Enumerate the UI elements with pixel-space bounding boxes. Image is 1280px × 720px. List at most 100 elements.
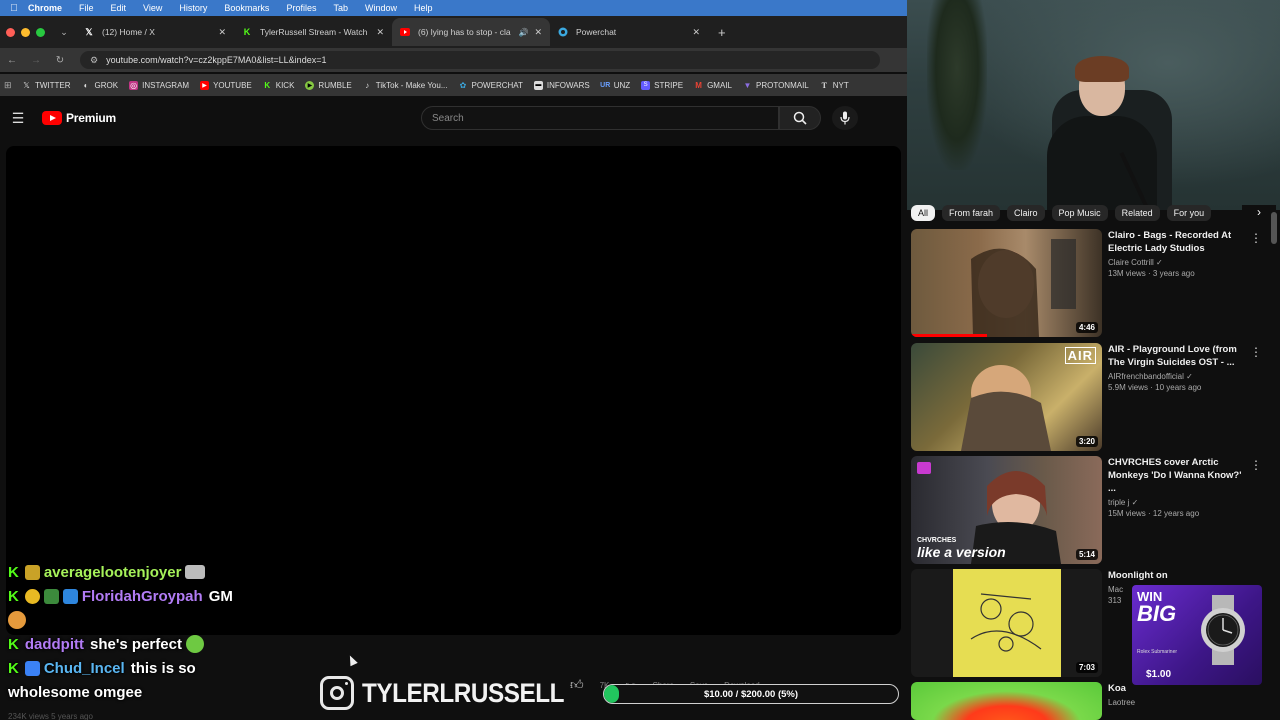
video-title[interactable]: CHVRCHES cover Arctic Monkeys 'Do I Wann… [1108,456,1246,495]
founder-badge-icon [24,588,40,604]
chip-from-farah[interactable]: From farah [942,205,1001,221]
search-button[interactable] [779,106,821,130]
close-tab-icon[interactable]: ✕ [692,27,700,38]
tab-search-chevron-icon[interactable]: ⌄ [52,27,76,38]
related-video[interactable]: AIR 3:20 AIR - Playground Love (from The… [911,343,1276,451]
chip-related[interactable]: Related [1114,205,1160,221]
bookmark-instagram[interactable]: ◎ INSTAGRAM [129,80,189,90]
related-video[interactable]: CHVRCHES like a version 5:14 CHVRCHES co… [911,456,1276,564]
tab-kick[interactable]: K TylerRussell Stream - Watch ✕ [234,18,392,46]
menu-history[interactable]: History [179,3,207,13]
bookmark-stripe[interactable]: S STRIPE [641,80,683,90]
menu-view[interactable]: View [143,3,162,13]
person-hair [1075,56,1129,82]
menu-profiles[interactable]: Profiles [286,3,316,13]
close-window-button[interactable] [6,27,15,37]
video-title[interactable]: AIR - Playground Love (from The Virgin S… [1108,343,1246,369]
tab-x[interactable]: 𝕏 (12) Home / X ✕ [76,18,234,46]
maximize-window-button[interactable] [36,27,45,37]
url-field[interactable]: ⚙ youtube.com/watch?v=cz2kppE7MA0&list=L… [80,51,880,69]
chat-message: K FloridahGroypah GM [8,584,308,608]
tiktok-icon: ♪ [365,80,370,90]
menu-chrome[interactable]: Chrome [28,3,62,13]
bookmark-grok[interactable]: ◐ GROK [82,81,118,90]
site-info-icon[interactable]: ⚙ [90,55,98,66]
bookmark-tiktok[interactable]: ♪ TikTok - Make You... [363,80,447,90]
window-controls [0,27,52,37]
bookmark-infowars[interactable]: ▬ INFOWARS [533,80,590,90]
video-thumbnail[interactable]: CHVRCHES like a version 5:14 [911,456,1102,564]
bookmark-youtube[interactable]: ▶ YOUTUBE [200,80,252,90]
verified-icon: ✓ [1156,258,1163,267]
video-duration: 3:20 [1075,436,1098,447]
search-input[interactable]: Search [421,106,779,130]
menu-edit[interactable]: Edit [111,3,127,13]
video-title[interactable]: Moonlight on the River [1108,569,1168,582]
bookmark-kick[interactable]: K KICK [263,80,294,90]
chip-all[interactable]: All [911,205,936,221]
channel-name[interactable]: AIRfrenchbandofficial ✓ [1108,372,1246,381]
chat-username: daddpitt [24,635,84,653]
tab-powerchat[interactable]: Powerchat ✕ [550,18,708,46]
bookmark-rumble[interactable]: ▶ RUMBLE [305,80,352,90]
tab-title: (12) Home / X [102,27,155,37]
related-video[interactable]: 4:46 Clairo - Bags - Recorded At Electri… [911,229,1276,337]
youtube-play-logo-icon [42,111,62,125]
video-meta: 13M views · 3 years ago [1108,269,1195,278]
close-tab-icon[interactable]: ✕ [376,27,384,38]
video-thumbnail[interactable] [911,682,1102,720]
bookmark-nyt[interactable]: T NYT [820,81,849,90]
youtube-header: ☰ Premium Search [0,100,907,136]
channel-name[interactable]: Claire Cottrill ✓ [1108,258,1246,267]
more-options-icon[interactable]: ⋮ [1250,231,1262,245]
channel-name[interactable]: triple j ✓ [1108,498,1246,507]
video-title[interactable]: Clairo - Bags - Recorded At Electric Lad… [1108,229,1246,255]
apps-grid-icon[interactable]: ⊞ [4,80,22,91]
streamer-handle: TYLERLRUSSELL [362,677,565,708]
bookmark-twitter[interactable]: 𝕏 TWITTER [22,81,70,90]
reload-icon[interactable]: ↻ [48,55,72,66]
youtube-premium-logo[interactable]: Premium [42,111,116,125]
bookmarks-bar: ⊞ 𝕏 TWITTER ◐ GROK ◎ INSTAGRAM ▶ YOUTUBE K KI… [0,74,907,96]
close-tab-icon[interactable]: ✕ [218,27,226,38]
chip-clairo[interactable]: Clairo [1007,205,1045,221]
video-duration: 5:14 [1075,549,1098,560]
related-video[interactable]: Koa Laotree [911,682,1276,720]
chip-for-you[interactable]: For you [1166,205,1212,221]
close-tab-icon[interactable]: ✕ [534,27,542,38]
chip-pop-music[interactable]: Pop Music [1051,205,1108,221]
bookmark-protonmail[interactable]: ▼ PROTONMAIL [743,81,809,90]
youtube-icon: ▶ [200,80,210,90]
more-options-icon[interactable]: ⋮ [1250,345,1262,359]
screen:  Chrome File Edit View History Bookmark… [0,0,1280,720]
hamburger-menu-icon[interactable]: ☰ [0,110,36,127]
menu-tab[interactable]: Tab [333,3,348,13]
bookmark-unz[interactable]: UR UNZ [600,81,630,90]
kick-icon: K [264,80,271,90]
new-tab-icon[interactable]: + [718,25,726,40]
video-thumbnail[interactable]: AIR 3:20 [911,343,1102,451]
search-icon [793,111,807,125]
back-arrow-icon[interactable]: ← [0,55,24,66]
speaker-icon[interactable]: 🔊 [518,28,528,37]
more-options-icon[interactable]: ⋮ [1250,458,1262,472]
menu-window[interactable]: Window [365,3,397,13]
video-thumbnail[interactable]: 4:46 [911,229,1102,337]
channel-name[interactable]: Laotree [1108,698,1246,707]
menu-bookmarks[interactable]: Bookmarks [224,3,269,13]
apple-icon[interactable]:  [0,3,28,14]
donation-goal-text: $10.00 / $200.00 (5%) [703,688,798,700]
tab-youtube[interactable]: (6) lying has to stop - cla 🔊 ✕ [392,18,550,46]
chat-username: FloridahGroypah [81,587,203,605]
forward-arrow-icon[interactable]: → [24,55,48,66]
voice-search-button[interactable] [832,106,858,130]
minimize-window-button[interactable] [21,27,30,37]
video-thumbnail[interactable]: 7:03 [911,569,1102,677]
triplej-icon [917,462,931,474]
bookmark-gmail[interactable]: M GMAIL [694,81,732,90]
bookmark-powerchat[interactable]: ✿ POWERCHAT [459,81,523,90]
menu-file[interactable]: File [79,3,94,13]
chat-text: GM [208,587,233,605]
emote-icon [185,635,204,653]
menu-help[interactable]: Help [414,3,433,13]
